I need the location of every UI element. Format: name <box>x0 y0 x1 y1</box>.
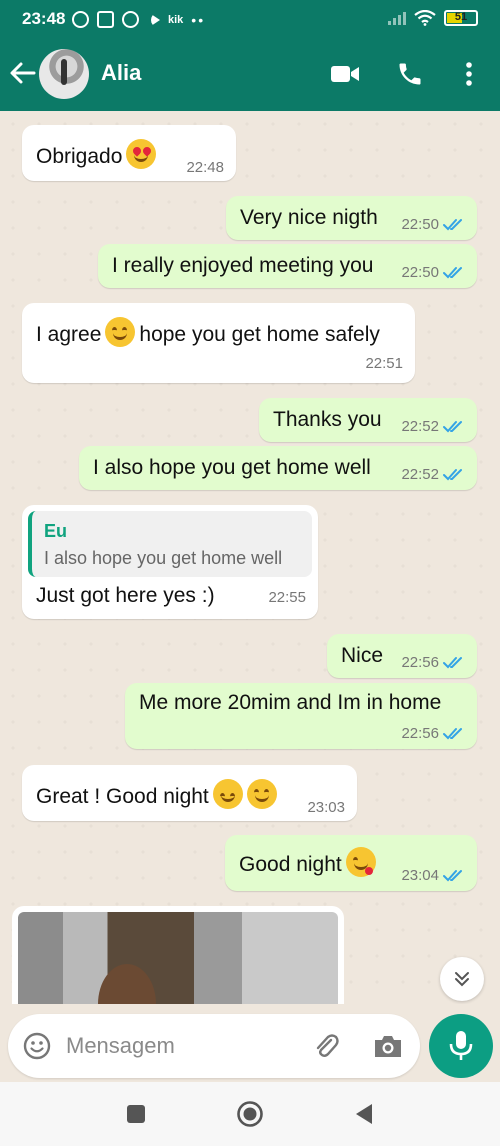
chat-header: Alia <box>0 38 500 111</box>
message-outgoing[interactable]: I also hope you get home well 22:52 <box>79 446 477 490</box>
recents-square-icon[interactable] <box>122 1100 150 1128</box>
more-notifications-icon: •• <box>191 11 206 28</box>
kik-label: kik <box>168 13 184 26</box>
composer-bar <box>0 1004 500 1082</box>
wifi-icon <box>414 10 436 26</box>
message-time: 22:52 <box>401 466 439 483</box>
message-text: Obrigado <box>36 145 123 168</box>
read-double-check-icon <box>443 266 462 278</box>
double-chevron-down-icon <box>455 972 469 987</box>
read-double-check-icon <box>443 656 462 668</box>
scroll-to-bottom-button[interactable] <box>440 957 484 1001</box>
read-double-check-icon <box>443 218 462 230</box>
message-time: 23:04 <box>401 867 439 884</box>
message-text-part-2: hope you get home safely <box>139 323 380 346</box>
message-text: Nice <box>341 644 384 667</box>
message-incoming-photo[interactable] <box>12 906 344 1004</box>
message-outgoing[interactable]: Good night 23:04 <box>225 835 477 891</box>
message-incoming[interactable]: Great ! Good night 23:03 <box>22 765 357 821</box>
camera-icon[interactable] <box>372 1031 404 1061</box>
soccer-ball-icon <box>122 11 139 28</box>
message-text: Great ! Good night <box>36 785 209 808</box>
status-notification-icons: kik •• <box>72 11 205 28</box>
message-time: 22:52 <box>401 418 439 435</box>
video-call-icon[interactable] <box>329 58 361 90</box>
more-options-icon[interactable] <box>453 58 485 90</box>
message-text: Good night <box>239 853 342 876</box>
home-circle-icon[interactable] <box>236 1100 264 1128</box>
message-time: 22:51 <box>365 355 403 372</box>
read-double-check-icon <box>443 869 462 881</box>
sleepy-emoji-icon <box>212 779 243 809</box>
message-incoming-reply[interactable]: Eu I also hope you get home well Just go… <box>22 505 318 619</box>
chat-messages[interactable]: Obrigado 22:48 Very nice nigth 22:50 I r… <box>0 111 500 1004</box>
message-time: 22:50 <box>401 216 439 233</box>
message-text: Just got here yes :) <box>36 584 215 607</box>
message-outgoing[interactable]: Thanks you 22:52 <box>259 398 477 442</box>
message-time: 22:48 <box>186 159 224 176</box>
message-text: Thanks you <box>273 408 382 431</box>
contact-avatar[interactable] <box>39 49 89 99</box>
message-time: 22:50 <box>401 264 439 281</box>
message-text: Very nice nigth <box>240 206 378 229</box>
status-bar: 23:48 kik •• 51 <box>0 0 500 38</box>
back-arrow-icon[interactable] <box>8 58 38 88</box>
message-text: I really enjoyed meeting you <box>112 254 374 277</box>
heart-eyes-emoji-icon <box>126 139 157 169</box>
microphone-icon <box>449 1031 473 1060</box>
status-time: 23:48 <box>22 9 66 28</box>
message-outgoing[interactable]: Very nice nigth 22:50 <box>226 196 477 240</box>
message-field-container <box>8 1014 420 1078</box>
message-text: I also hope you get home well <box>93 456 371 479</box>
message-time: 23:03 <box>307 799 345 816</box>
message-outgoing[interactable]: I really enjoyed meeting you 22:50 <box>98 244 477 288</box>
voice-call-icon[interactable] <box>394 58 426 90</box>
smile-emoji-icon <box>246 779 277 809</box>
back-triangle-icon[interactable] <box>350 1100 378 1128</box>
message-text: Me more 20mim and Im in home <box>139 691 442 714</box>
message-incoming[interactable]: Obrigado 22:48 <box>22 125 236 181</box>
smile-emoji-icon <box>105 317 136 347</box>
read-double-check-icon <box>443 727 462 739</box>
quoted-message[interactable]: Eu I also hope you get home well <box>28 511 312 577</box>
message-time: 22:56 <box>401 654 439 671</box>
photo-thumbnail[interactable] <box>18 912 338 1004</box>
read-double-check-icon <box>443 420 462 432</box>
message-incoming[interactable]: I agree hope you get home safely 22:51 <box>22 303 415 383</box>
alarm-icon <box>72 11 89 28</box>
message-text-part-1: I agree <box>36 323 102 346</box>
message-outgoing[interactable]: Nice 22:56 <box>327 634 477 678</box>
nfc-icon <box>97 11 114 28</box>
battery-icon: 51 <box>444 10 478 26</box>
contact-name[interactable]: Alia <box>101 60 141 86</box>
message-time: 22:56 <box>401 725 439 742</box>
signal-icon <box>388 11 406 25</box>
message-time: 22:55 <box>268 589 306 606</box>
quote-text: I also hope you get home well <box>44 548 283 568</box>
message-input[interactable] <box>66 1028 296 1064</box>
system-navigation-bar <box>0 1082 500 1146</box>
attachment-clip-icon[interactable] <box>311 1031 341 1061</box>
voice-message-button[interactable] <box>429 1014 493 1078</box>
emoji-picker-icon[interactable] <box>22 1031 52 1061</box>
read-double-check-icon <box>443 468 462 480</box>
quote-author: Eu <box>44 521 68 541</box>
battery-level: 51 <box>454 11 468 23</box>
message-outgoing[interactable]: Me more 20mim and Im in home 22:56 <box>125 683 477 749</box>
play-icon <box>151 13 160 26</box>
kiss-emoji-icon <box>345 847 376 877</box>
